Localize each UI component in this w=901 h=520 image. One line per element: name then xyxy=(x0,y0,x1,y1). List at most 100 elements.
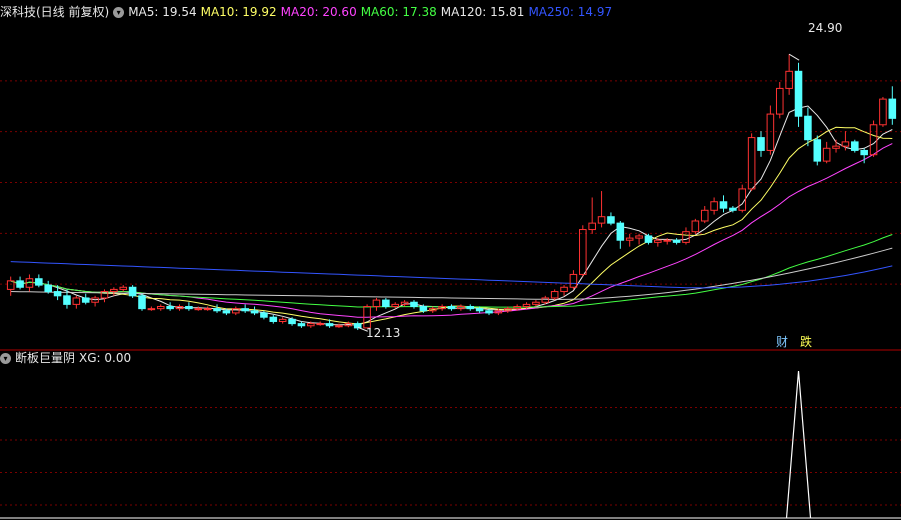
candle xyxy=(203,306,212,311)
candle xyxy=(363,304,371,329)
candle xyxy=(81,293,90,305)
candle-body xyxy=(16,280,24,288)
candle xyxy=(794,62,803,127)
kline-chart[interactable] xyxy=(0,0,901,520)
candle-body xyxy=(851,141,859,151)
candle-body xyxy=(625,237,634,241)
high-price-label: 24.90 xyxy=(808,21,843,35)
candle xyxy=(35,274,43,288)
candle xyxy=(869,120,878,157)
candle xyxy=(119,285,128,292)
candle-body xyxy=(663,239,671,242)
candle xyxy=(316,321,324,326)
xg-spike xyxy=(785,370,812,519)
candle-body xyxy=(185,306,193,310)
candle xyxy=(550,289,559,301)
candle-body xyxy=(597,216,606,224)
candle-body xyxy=(832,145,840,149)
drop-badge[interactable]: 跌 xyxy=(800,334,812,350)
candle xyxy=(128,285,137,298)
candle-body xyxy=(372,299,381,308)
candle xyxy=(672,238,681,245)
candle-body xyxy=(879,98,887,126)
candle-body xyxy=(560,286,568,293)
candle-body xyxy=(35,278,43,286)
candle-body xyxy=(316,323,324,326)
candle-body xyxy=(72,297,81,305)
candle xyxy=(16,276,24,290)
ma-legend-item: MA60: 17.38 xyxy=(360,5,437,19)
candle xyxy=(166,302,174,311)
low-price-label: 12.13 xyxy=(366,326,401,340)
candle-body xyxy=(691,220,700,233)
candle xyxy=(822,141,831,164)
candle xyxy=(625,233,634,247)
candle-body xyxy=(44,284,52,293)
candle-body xyxy=(860,149,868,156)
candle-body xyxy=(63,295,71,305)
candle-body xyxy=(278,318,287,322)
candle-body xyxy=(222,310,231,314)
ma20-line xyxy=(10,143,893,318)
candle-body xyxy=(804,115,812,141)
indicator-pane-header: ▾ 断板巨量阴 XG: 0.00 xyxy=(0,349,135,367)
candle-body xyxy=(382,299,390,308)
candlesticks xyxy=(6,53,897,332)
candle xyxy=(138,293,146,311)
candle-body xyxy=(391,303,400,308)
candle-body xyxy=(841,141,850,147)
candle xyxy=(213,304,221,313)
candle xyxy=(72,295,81,309)
candle xyxy=(232,306,240,316)
candle-body xyxy=(325,323,334,327)
candle xyxy=(700,206,709,224)
candle xyxy=(156,304,165,311)
candle-body xyxy=(119,286,128,290)
candle-body xyxy=(485,310,493,314)
candle-body xyxy=(869,124,878,156)
candle xyxy=(560,285,568,296)
candle-body xyxy=(457,306,465,310)
indicator-pane xyxy=(0,370,901,519)
candle-body xyxy=(607,216,615,224)
candle-body xyxy=(522,303,531,308)
candle-body xyxy=(644,235,653,243)
candle-body xyxy=(729,207,737,211)
dropdown-icon[interactable]: ▾ xyxy=(113,7,125,18)
candle xyxy=(691,218,700,234)
indicator-name[interactable]: 断板巨量阴 xyxy=(15,351,75,365)
finance-badge[interactable]: 财 xyxy=(776,334,788,350)
candle-body xyxy=(672,239,681,243)
candle-body xyxy=(166,306,174,310)
candle-body xyxy=(475,308,484,312)
candle-body xyxy=(353,323,362,329)
candle xyxy=(757,131,765,157)
ma-legend-item: MA20: 20.60 xyxy=(280,5,357,19)
candle xyxy=(766,105,775,155)
candle-body xyxy=(269,316,278,322)
candle-body xyxy=(635,235,643,239)
candle-body xyxy=(447,306,456,310)
ma-legend-item: MA5: 19.54 xyxy=(128,5,197,19)
candle-body xyxy=(766,113,775,151)
candle xyxy=(804,107,812,147)
stock-label[interactable]: 深科技(日线 前复权) xyxy=(0,5,109,19)
candle xyxy=(250,306,259,316)
candle xyxy=(616,220,625,249)
candle xyxy=(269,315,278,324)
candle-body xyxy=(532,301,540,305)
candle-body xyxy=(81,297,90,303)
candle xyxy=(100,289,109,303)
candle xyxy=(297,321,306,328)
candle-body xyxy=(288,318,296,325)
candle xyxy=(44,280,52,294)
candle-body xyxy=(203,308,212,311)
candle xyxy=(447,304,456,311)
candle xyxy=(372,297,381,311)
candle xyxy=(879,96,887,127)
candle-body xyxy=(775,87,784,115)
candle xyxy=(457,304,465,311)
dropdown-icon[interactable]: ▾ xyxy=(0,353,11,364)
candle-body xyxy=(616,222,625,241)
candle-body xyxy=(156,306,165,310)
